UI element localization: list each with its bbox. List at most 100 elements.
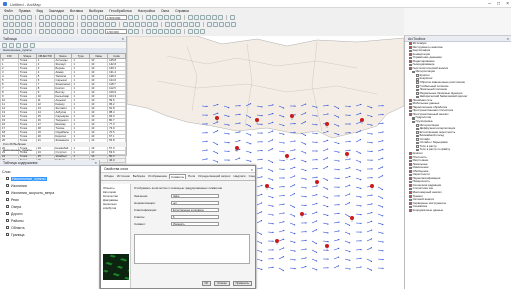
tool-button-icon[interactable] bbox=[134, 14, 139, 20]
tool-button-icon[interactable] bbox=[93, 28, 98, 34]
settings-field[interactable]: нет bbox=[171, 200, 219, 205]
close-icon[interactable]: × bbox=[251, 166, 253, 173]
tool-button-icon[interactable] bbox=[123, 21, 128, 27]
tool-button-icon[interactable] bbox=[200, 14, 205, 20]
tool-button-icon[interactable] bbox=[225, 21, 230, 27]
dialog-tab[interactable]: Поля bbox=[187, 174, 196, 179]
tool-button-icon[interactable] bbox=[176, 14, 181, 20]
tool-button-icon[interactable] bbox=[9, 21, 14, 27]
tool-button-icon[interactable] bbox=[183, 21, 188, 27]
close-icon[interactable]: × bbox=[95, 160, 97, 166]
tool-button-icon[interactable] bbox=[170, 14, 175, 20]
tool-button-icon[interactable] bbox=[165, 21, 170, 27]
toc-layer-item[interactable]: Изолинии_скорость_ветра bbox=[2, 189, 97, 196]
settings-field[interactable]: 5 bbox=[171, 214, 219, 219]
tool-button-icon[interactable] bbox=[188, 14, 193, 20]
tool-button-icon[interactable] bbox=[158, 14, 163, 20]
layer-checkbox[interactable] bbox=[6, 219, 9, 222]
tool-button-icon[interactable] bbox=[158, 28, 163, 34]
tool-button-icon[interactable] bbox=[164, 28, 169, 34]
table-tab[interactable]: Населенные_пункты bbox=[0, 148, 126, 153]
tool-button-icon[interactable] bbox=[21, 14, 26, 20]
tool-button-icon[interactable] bbox=[63, 14, 68, 20]
toc-layer-item[interactable]: Населенные_пункты bbox=[2, 175, 97, 182]
tool-button-icon[interactable] bbox=[27, 21, 32, 27]
tool-button-icon[interactable] bbox=[111, 21, 116, 27]
tool-button-icon[interactable] bbox=[170, 28, 175, 34]
menu-item[interactable]: Вид bbox=[36, 9, 42, 13]
tool-button-icon[interactable] bbox=[81, 14, 86, 20]
toc-layer-item[interactable]: Граница bbox=[2, 231, 97, 238]
tool-button-icon[interactable] bbox=[134, 28, 139, 34]
close-icon[interactable]: × bbox=[506, 1, 509, 7]
tool-button-icon[interactable] bbox=[146, 28, 151, 34]
minimize-icon[interactable]: – bbox=[488, 1, 491, 7]
ok-button[interactable]: OK bbox=[201, 281, 212, 286]
layer-checkbox[interactable] bbox=[6, 191, 9, 194]
tool-button-icon[interactable] bbox=[219, 21, 224, 27]
tool-button-icon[interactable] bbox=[87, 28, 92, 34]
column-header[interactable]: OBJECTID bbox=[35, 53, 55, 59]
tool-button-icon[interactable] bbox=[3, 14, 8, 20]
dialog-tab[interactable]: Определяющий запрос bbox=[197, 174, 231, 179]
tool-button-icon[interactable] bbox=[194, 14, 199, 20]
symbology-category[interactable]: Несколько атрибутов bbox=[103, 202, 128, 210]
tool-button-icon[interactable] bbox=[207, 21, 212, 27]
dialog-tab[interactable]: Источник bbox=[116, 174, 131, 179]
menu-item[interactable]: Вставка bbox=[70, 9, 83, 13]
scale-input[interactable]: 1:50 000 bbox=[105, 28, 127, 34]
tool-button-icon[interactable] bbox=[81, 21, 86, 27]
toc-layer-item[interactable]: Изолинии bbox=[2, 182, 97, 189]
menu-item[interactable]: Правка bbox=[19, 9, 31, 13]
menu-item[interactable]: Геообработка bbox=[109, 9, 131, 13]
tool-button-icon[interactable] bbox=[69, 14, 74, 20]
close-icon[interactable]: × bbox=[507, 36, 509, 42]
tool-button-icon[interactable] bbox=[57, 28, 62, 34]
tool-button-icon[interactable] bbox=[87, 14, 92, 20]
delete-icon[interactable] bbox=[30, 42, 35, 48]
menu-item[interactable]: Настройка bbox=[138, 9, 155, 13]
layer-checkbox[interactable] bbox=[6, 205, 9, 208]
tool-button-icon[interactable] bbox=[171, 21, 176, 27]
tool-button-icon[interactable] bbox=[152, 28, 157, 34]
scale-input[interactable]: 1:500 000 bbox=[105, 14, 127, 20]
tool-button-icon[interactable] bbox=[212, 14, 217, 20]
tool-button-icon[interactable] bbox=[39, 14, 44, 20]
dialog-tab[interactable]: Отображение bbox=[147, 174, 168, 179]
tool-button-icon[interactable] bbox=[189, 21, 194, 27]
tool-button-icon[interactable] bbox=[195, 21, 200, 27]
tool-button-icon[interactable] bbox=[146, 14, 151, 20]
tool-button-icon[interactable] bbox=[93, 21, 98, 27]
tool-button-icon[interactable] bbox=[194, 28, 199, 34]
table-options-icon[interactable] bbox=[2, 42, 7, 48]
tool-button-icon[interactable] bbox=[93, 14, 98, 20]
dialog-tab[interactable]: Надписи bbox=[233, 174, 247, 179]
dialog-tab[interactable]: Выборка bbox=[132, 174, 146, 179]
tool-button-icon[interactable] bbox=[9, 28, 14, 34]
settings-field[interactable]: Value bbox=[171, 193, 219, 198]
tool-button-icon[interactable] bbox=[3, 28, 8, 34]
tool-button-icon[interactable] bbox=[21, 21, 26, 27]
tool-button-icon[interactable] bbox=[128, 28, 133, 34]
toolbox-item[interactable]: Координатные данные bbox=[407, 208, 511, 213]
menu-item[interactable]: Закладки bbox=[49, 9, 64, 13]
tool-button-icon[interactable] bbox=[63, 21, 68, 27]
tool-button-icon[interactable] bbox=[21, 28, 26, 34]
close-icon[interactable]: × bbox=[122, 36, 124, 42]
tool-button-icon[interactable] bbox=[9, 14, 14, 20]
layer-checkbox[interactable] bbox=[6, 198, 9, 201]
menu-item[interactable]: Файл bbox=[4, 9, 13, 13]
dialog-tab[interactable]: Общие bbox=[103, 174, 115, 179]
layer-checkbox[interactable] bbox=[6, 212, 9, 215]
tool-button-icon[interactable] bbox=[57, 21, 62, 27]
menu-item[interactable]: Окна bbox=[161, 9, 169, 13]
layer-checkbox[interactable] bbox=[6, 226, 9, 229]
toc-layer-item[interactable]: Дороги bbox=[2, 210, 97, 217]
toc-layer-item[interactable]: Районы bbox=[2, 217, 97, 224]
classes-list[interactable] bbox=[134, 234, 250, 264]
maximize-icon[interactable]: □ bbox=[497, 1, 500, 7]
tool-button-icon[interactable] bbox=[39, 21, 44, 27]
toc-layer-item[interactable]: Озера bbox=[2, 203, 97, 210]
tool-button-icon[interactable] bbox=[99, 21, 104, 27]
tool-button-icon[interactable] bbox=[141, 21, 146, 27]
